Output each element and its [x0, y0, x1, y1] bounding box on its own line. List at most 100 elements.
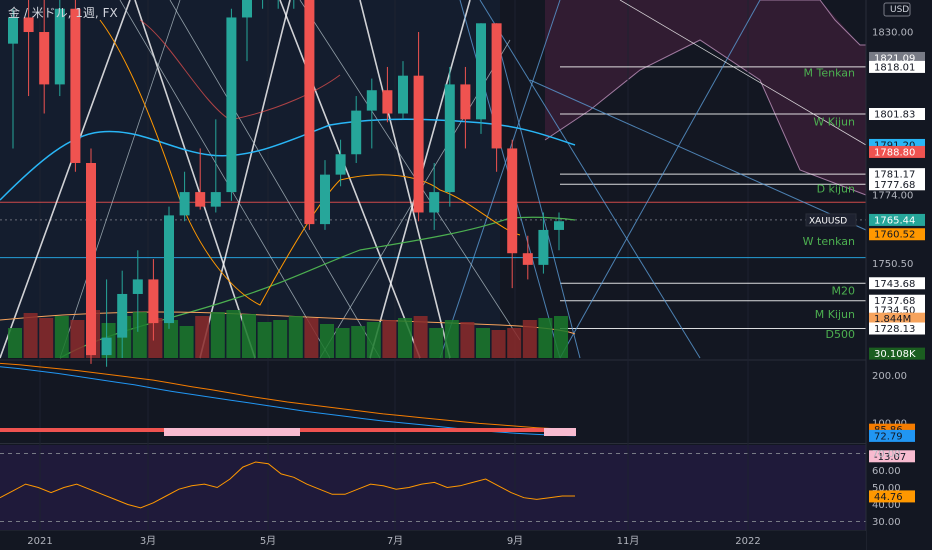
chart-title: 金 / 米ドル, 1週, FX [8, 5, 118, 20]
candle-body [507, 148, 518, 254]
price-label: 30.108K [874, 349, 916, 360]
histogram-bar [320, 428, 324, 432]
time-tick: 7月 [387, 535, 403, 547]
price-label: 1728.13 [874, 324, 915, 335]
histogram-bar [568, 428, 572, 436]
volume-bar [351, 326, 366, 358]
candle-body [444, 84, 455, 193]
histogram-bar [152, 428, 156, 432]
histogram-bar [548, 428, 552, 436]
volume-bar [476, 328, 490, 358]
histogram-bar [168, 428, 172, 436]
price-label: 1765.44 [874, 215, 915, 226]
histogram-bar [108, 428, 112, 432]
histogram-bar [44, 428, 48, 432]
histogram-bar [48, 428, 52, 432]
volume-bar [304, 318, 319, 358]
histogram-bar [432, 428, 436, 432]
histogram-bar [8, 428, 12, 432]
histogram-bar [508, 428, 512, 432]
histogram-bar [236, 428, 240, 436]
histogram-bar [160, 428, 164, 432]
histogram-bar [532, 428, 536, 432]
line-label: M20 [832, 285, 856, 298]
histogram-bar [496, 428, 500, 432]
histogram-bar [196, 428, 200, 436]
histogram-bar [424, 428, 428, 432]
price-label: 1788.80 [874, 147, 915, 158]
histogram-bar [304, 428, 308, 432]
histogram-bar [60, 428, 64, 432]
histogram-bar [228, 428, 232, 436]
histogram-bar [24, 428, 28, 432]
histogram-bar [384, 428, 388, 432]
histogram-bar [572, 428, 576, 436]
histogram-bar [4, 428, 8, 432]
histogram-bar [296, 428, 300, 436]
histogram-bar [404, 428, 408, 432]
candle-body [491, 23, 502, 149]
candle-body [54, 8, 65, 85]
indicator-value: 72.79 [874, 431, 903, 442]
histogram-bar [308, 428, 312, 432]
histogram-bar [280, 428, 284, 436]
histogram-bar [268, 428, 272, 436]
time-tick: 11月 [617, 535, 640, 547]
line-label: W Kijun [813, 116, 855, 129]
histogram-bar [64, 428, 68, 432]
histogram-bar [400, 428, 404, 432]
volume-bar [8, 328, 22, 358]
histogram-bar [104, 428, 108, 432]
currency-label[interactable]: USD [890, 5, 909, 15]
histogram-bar [380, 428, 384, 432]
histogram-bar [124, 428, 128, 432]
histogram-bar [144, 428, 148, 432]
histogram-bar [128, 428, 132, 432]
price-tick: 1830.00 [872, 28, 913, 39]
histogram-bar [540, 428, 544, 432]
histogram-bar [416, 428, 420, 432]
time-axis[interactable]: 2021 3月 5月 7月 9月 11月 2022 [0, 531, 866, 550]
histogram-bar [292, 428, 296, 436]
volume-bar [54, 316, 69, 358]
candle-body [39, 32, 50, 85]
candle-body [382, 90, 393, 114]
time-tick: 2021 [27, 536, 52, 547]
volume-bar [522, 320, 537, 358]
candle-body [226, 17, 237, 193]
volume-bar [257, 322, 272, 358]
volume-bar [366, 322, 381, 358]
volume-bar [179, 326, 194, 358]
rsi-tick: 60.00 [872, 466, 901, 477]
histogram-bar [216, 428, 220, 436]
price-label: 1818.01 [874, 62, 915, 73]
histogram-bar [340, 428, 344, 432]
volume-bar [335, 328, 350, 358]
histogram-bar [372, 428, 376, 432]
volume-bar [39, 318, 54, 358]
histogram-bar [476, 428, 480, 432]
histogram-bar [68, 428, 72, 432]
volume-bar [226, 310, 241, 358]
histogram-bar [512, 428, 516, 432]
volume-bar [70, 320, 85, 358]
line-label: W tenkan [803, 235, 855, 248]
histogram-bar [208, 428, 212, 436]
time-tick: 5月 [260, 535, 276, 547]
histogram-bar [524, 428, 528, 432]
candle-body [460, 84, 471, 120]
histogram-bar [232, 428, 236, 436]
candle-body [86, 162, 96, 356]
indicator-tick: 200.00 [872, 371, 907, 382]
line-label: M Tenkan [804, 66, 855, 79]
volume-bar [429, 328, 444, 358]
histogram-bar [120, 428, 124, 432]
histogram-bar [544, 428, 548, 436]
histogram-bar [192, 428, 196, 436]
histogram-bar [456, 428, 460, 432]
histogram-bar [36, 428, 40, 432]
histogram-bar [352, 428, 356, 432]
volume-bar [554, 316, 568, 358]
histogram-bar [408, 428, 412, 432]
histogram-bar [492, 428, 496, 432]
